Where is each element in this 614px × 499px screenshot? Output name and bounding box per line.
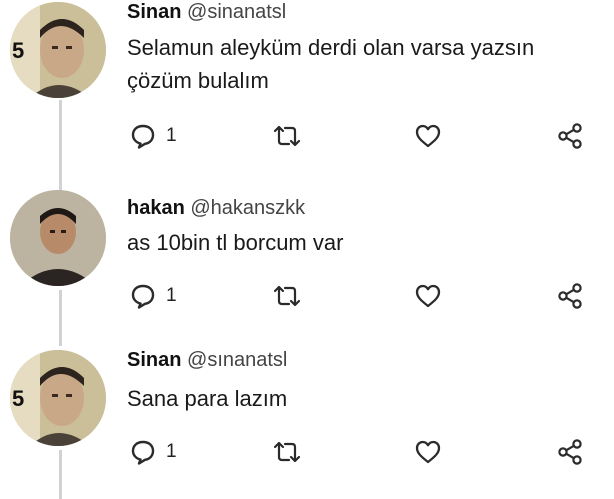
tweet-header: Sinan @sinanatsl [127, 0, 286, 24]
share-icon [558, 123, 582, 149]
reply-button[interactable]: 1 [130, 436, 177, 468]
avatar-badge: 5 [12, 38, 25, 63]
tweet-text-line: as 10bin tl borcum var [127, 230, 344, 255]
reply-count: 1 [166, 441, 177, 462]
share-button[interactable] [556, 120, 584, 152]
retweet-button[interactable] [272, 280, 302, 312]
share-icon [558, 439, 582, 465]
tweet-actions: 1 [0, 280, 614, 312]
user-handle[interactable]: @sınanatsl [187, 349, 287, 371]
like-button[interactable] [414, 436, 442, 468]
like-button[interactable] [414, 120, 442, 152]
tweet[interactable]: 5 Sinan @sinanatsl Selamun aleyküm derdi… [0, 0, 614, 180]
reply-button[interactable]: 1 [130, 280, 177, 312]
avatar[interactable] [10, 190, 106, 286]
avatar-image [10, 350, 106, 446]
tweet[interactable]: 5 Sinan @sınanatsl Sana para lazım 1 [0, 348, 614, 499]
avatar[interactable]: 5 [10, 2, 106, 98]
speech-bubble-icon [131, 284, 155, 309]
reply-button[interactable]: 1 [130, 120, 177, 152]
avatar-image [10, 2, 106, 98]
tweet-text-line: Selamun aleyküm derdi olan varsa yazsın [127, 35, 535, 60]
reply-count: 1 [166, 125, 177, 146]
reply-count: 1 [166, 285, 177, 306]
display-name[interactable]: Sinan [127, 1, 181, 23]
tweet[interactable]: hakan @hakanszkk as 10bin tl borcum var … [0, 190, 614, 340]
retweet-icon [273, 285, 301, 307]
avatar[interactable]: 5 [10, 350, 106, 446]
retweet-button[interactable] [272, 436, 302, 468]
user-handle[interactable]: @hakanszkk [190, 197, 305, 219]
retweet-icon [273, 441, 301, 463]
display-name[interactable]: Sinan [127, 349, 181, 371]
tweet-text-line: çözüm bulalım [127, 68, 269, 93]
tweet-text: Sana para lazım [127, 382, 287, 415]
heart-icon [415, 440, 441, 464]
tweet-actions: 1 [0, 120, 614, 152]
display-name[interactable]: hakan [127, 197, 185, 219]
tweet-actions: 1 [0, 436, 614, 468]
avatar-image [10, 190, 106, 286]
like-button[interactable] [414, 280, 442, 312]
tweet-text-line: Sana para lazım [127, 386, 288, 411]
share-icon [558, 283, 582, 309]
speech-bubble-icon [131, 124, 155, 149]
tweet-text: Selamun aleyküm derdi olan varsa yazsın … [127, 31, 534, 97]
share-button[interactable] [556, 436, 584, 468]
tweet-text: as 10bin tl borcum var [127, 226, 343, 259]
speech-bubble-icon [131, 440, 155, 465]
retweet-button[interactable] [272, 120, 302, 152]
heart-icon [415, 124, 441, 148]
retweet-icon [273, 125, 301, 147]
avatar-badge: 5 [12, 386, 25, 411]
heart-icon [415, 284, 441, 308]
user-handle[interactable]: @sinanatsl [187, 1, 286, 23]
tweet-header: hakan @hakanszkk [127, 196, 305, 220]
tweet-header: Sinan @sınanatsl [127, 348, 287, 372]
share-button[interactable] [556, 280, 584, 312]
